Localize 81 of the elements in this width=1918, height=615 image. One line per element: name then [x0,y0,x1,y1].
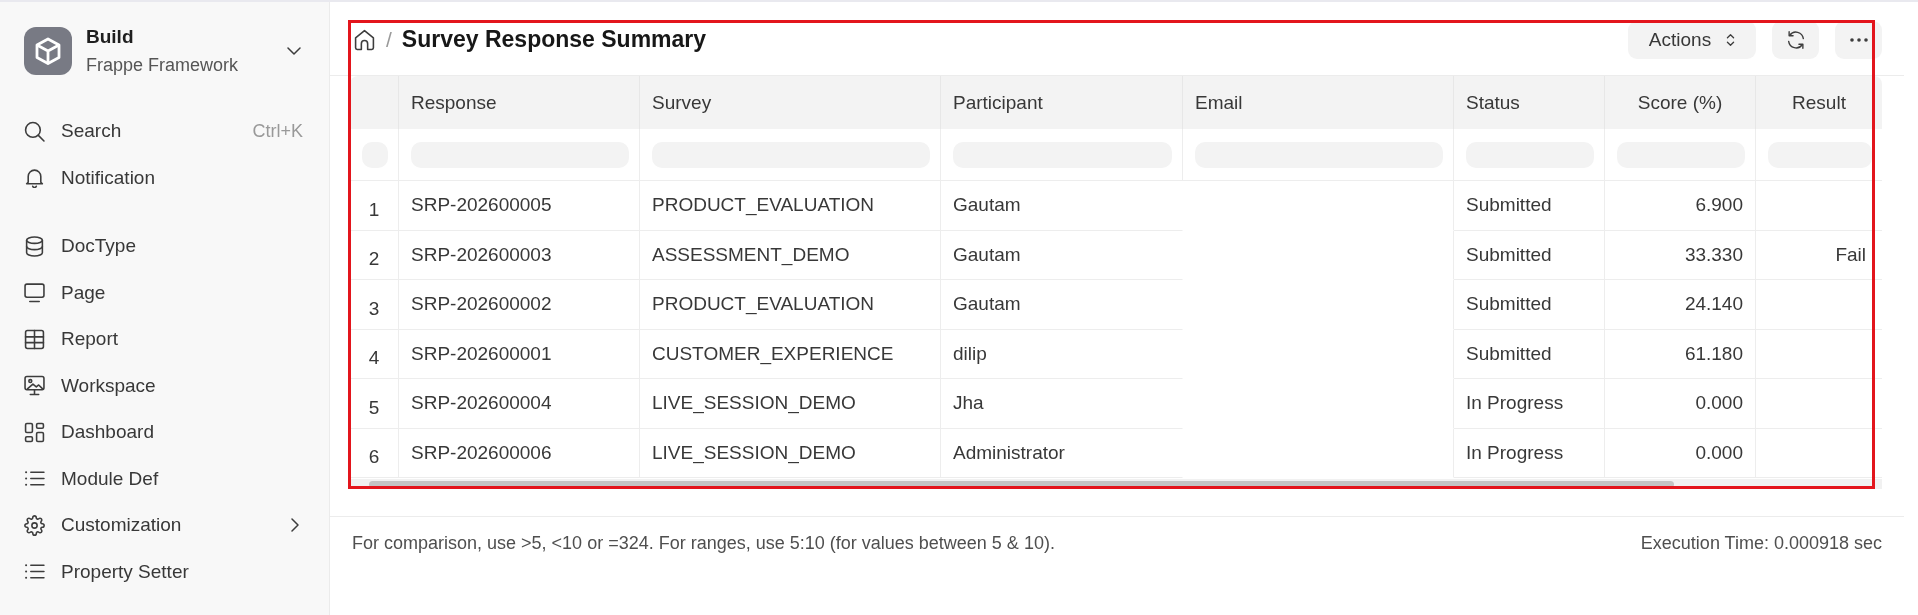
table-cell: LIVE_SESSION_DEMO [640,428,941,478]
table-cell: CUSTOMER_EXPERIENCE [640,329,941,379]
table-cell: 33.330 [1605,230,1756,280]
table-cell: dilip [941,329,1183,379]
table-cell: Submitted [1454,329,1605,379]
table-icon [24,328,45,350]
execution-time: Execution Time: 0.000918 sec [1640,532,1882,555]
table-cell: In Progress [1454,379,1605,429]
table-cell: 6.900 [1605,181,1756,231]
table-cell: SRP-202600001 [399,329,640,379]
sidebar-item[interactable]: Notification [24,159,303,196]
gear-icon [24,514,45,536]
chevron-up-down-icon [1726,32,1736,47]
list-icon [24,563,45,580]
app-subtitle: Frappe Framework [86,54,239,77]
table-cell: Submitted [1454,280,1605,330]
column-header: Email [1183,76,1454,129]
row-number: 2 [350,230,399,280]
cube-icon [24,27,72,75]
filter-field[interactable] [1768,141,1872,168]
horizontal-scrollbar[interactable] [350,479,1882,489]
table-cell: SRP-202600006 [399,428,640,478]
table-cell: SRP-202600002 [399,280,640,330]
monitor-icon [24,282,45,303]
column-header: Status [1454,76,1605,129]
column-header: Result [1791,90,1847,115]
table-cell: PRODUCT_EVALUATION [640,181,941,231]
home-link[interactable] [354,28,375,51]
table-cell: Gautam [941,280,1183,330]
sidebar-item[interactable]: Workspace [24,367,303,404]
table-cell: In Progress [1454,428,1605,478]
keyboard-shortcut: Ctrl+K [252,120,303,142]
table-cell: SRP-202600003 [399,230,640,280]
sidebar-item[interactable]: Module Def [24,460,303,497]
bell-icon [24,167,45,188]
column-header: Participant [941,76,1183,129]
table-cell: Jha [941,379,1183,429]
row-number: 1 [350,181,399,231]
sidebar-item[interactable]: Page [24,274,303,311]
table-cell: 24.140 [1605,280,1756,330]
page-title: Survey Response Summary [401,26,707,53]
scrollbar-thumb[interactable] [369,480,1674,488]
table-cell: 0.000 [1605,428,1756,478]
table-cell: PRODUCT_EVALUATION [640,280,941,330]
table-cell: LIVE_SESSION_DEMO [640,379,941,429]
table-cell: Fail [1756,230,1882,280]
row-number: 4 [350,329,399,379]
row-number: 5 [350,379,399,429]
search-icon [24,120,45,142]
more-icon [1849,37,1868,42]
dashboard-icon [24,421,45,443]
chevron-down-icon [287,47,301,55]
app-menu-button[interactable] [285,45,303,57]
sidebar-item[interactable]: Dashboard [24,414,303,450]
table-cell: Submitted [1454,230,1605,280]
table-cell: Gautam [941,181,1183,231]
table-cell: ASSESSMENT_DEMO [640,230,941,280]
row-number: 6 [350,428,399,478]
column-header: Score (%) [1605,76,1756,129]
database-icon [24,235,45,257]
sidebar-item[interactable]: Customization [24,507,291,543]
breadcrumb-separator: / [386,27,392,52]
table-cell: SRP-202600004 [399,379,640,429]
column-header: Survey [640,76,941,129]
table-cell: Gautam [941,230,1183,280]
list-icon [24,470,45,487]
app-name: Build [86,25,134,49]
filter-hint: For comparison, use >5, <10 or =324. For ranges, use 5:10 (for values between 5 & 10). [352,532,1055,555]
home-icon [354,28,375,51]
column-header: Response [399,76,640,129]
table-cell: SRP-202600005 [399,181,640,231]
sidebar-item[interactable]: Property Setter [24,553,303,590]
sidebar-item[interactable]: Report [24,321,303,357]
sidebar-item[interactable]: DocType [24,228,303,264]
table-cell: 0.000 [1605,379,1756,429]
table-cell: Submitted [1454,181,1605,231]
table-cell: 61.180 [1605,329,1756,379]
picture-monitor-icon [24,375,45,396]
table-cell: Administrator [941,428,1183,478]
row-number: 3 [350,280,399,330]
sidebar-item[interactable]: Search [24,113,253,149]
